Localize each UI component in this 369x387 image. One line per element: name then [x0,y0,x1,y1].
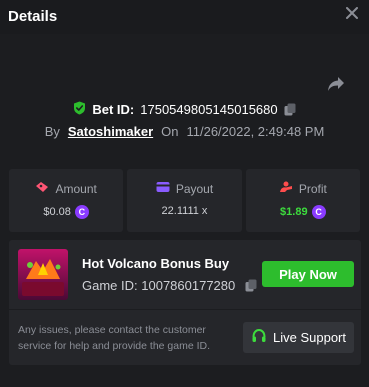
game-id-value: 1007860177280 [141,278,236,293]
bet-id-label: Bet ID: [92,101,135,117]
dialog-title: Details [8,8,58,25]
game-id-row: Game ID: 1007860177280 [82,278,257,293]
profit-value: $1.89 [280,206,308,218]
live-support-button[interactable]: Live Support [243,322,354,353]
shield-check-icon [73,101,86,118]
stat-payout: Payout 22.1111 x [127,169,242,232]
copy-bet-id-icon[interactable] [284,103,296,116]
coin-icon: C [311,205,326,219]
live-support-label: Live Support [273,330,346,345]
amount-value: $0.08 [43,206,71,218]
payout-icon [156,181,170,196]
headset-icon [251,328,267,347]
stat-amount: Amount $0.08 C [9,169,124,232]
bet-author-row: By Satoshimaker On 11/26/2022, 2:49:48 P… [0,122,369,140]
amount-label: Amount [55,181,97,196]
stat-profit: Profit $1.89 C [245,169,360,232]
copy-game-id-icon[interactable] [245,279,257,292]
amount-icon [35,181,49,196]
divider [9,309,361,310]
bet-id-row: Bet ID: 1750549805145015680 [0,100,369,118]
by-label: By [44,123,60,139]
profit-label: Profit [298,181,327,196]
close-icon[interactable] [346,7,360,21]
payout-value: 22.1111 x [161,205,208,217]
bet-datetime: 11/26/2022, 2:49:48 PM [186,123,325,139]
share-icon[interactable] [327,76,345,92]
on-label: On [161,123,179,139]
payout-label: Payout [175,181,214,196]
help-text: Any issues, please contact the customer … [18,324,211,352]
profit-icon [279,181,293,196]
username-link[interactable]: Satoshimaker [68,124,153,139]
bet-id-value: 1750549805145015680 [140,101,278,117]
game-id-label: Game ID: [82,278,138,293]
game-name[interactable]: Hot Volcano Bonus Buy [82,256,229,271]
play-now-button[interactable]: Play Now [262,261,354,287]
coin-icon: C [74,205,89,219]
game-thumbnail[interactable] [18,249,68,300]
dialog-header: Details [0,0,369,34]
bet-stats: Amount $0.08 C Payout 22.1111 x Profit $… [9,169,360,232]
game-card: Hot Volcano Bonus Buy Game ID: 100786017… [9,240,361,365]
